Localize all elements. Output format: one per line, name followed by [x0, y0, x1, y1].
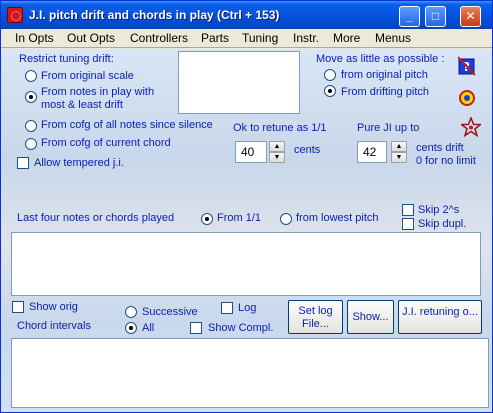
label-show-orig: Show orig	[29, 301, 78, 313]
interval-output-box[interactable]	[11, 338, 489, 408]
radio-from-original-pitch[interactable]	[324, 69, 336, 81]
pure-ji-label: Pure JI up to	[357, 122, 420, 134]
label-show-compl: Show Compl.	[208, 322, 274, 334]
app-icon[interactable]	[7, 7, 23, 23]
retune-up-arrow-icon[interactable]: ▲	[269, 141, 285, 152]
menu-in-opts[interactable]: In Opts	[15, 31, 54, 45]
retune-spinner: ▲ ▼	[269, 141, 285, 163]
radio-from-drifting-pitch[interactable]	[324, 85, 336, 97]
move-heading: Move as little as possible :	[316, 53, 445, 65]
radio-all[interactable]	[125, 322, 137, 334]
checkbox-skip-2s[interactable]	[402, 204, 414, 216]
title-bar[interactable]: J.I. pitch drift and chords in play (Ctr…	[1, 1, 492, 29]
radio-from-notes-in-play[interactable]	[25, 91, 37, 103]
retune-cents-input[interactable]: 40	[235, 141, 267, 163]
chords-display-box[interactable]	[11, 232, 481, 296]
checkbox-allow-tempered[interactable]	[17, 157, 29, 169]
info-textbox[interactable]	[178, 51, 300, 114]
retune-label: Ok to retune as 1/1	[233, 122, 327, 134]
target-icon[interactable]	[458, 89, 476, 107]
label-from-cofg-current: From cofg of current chord	[41, 137, 171, 149]
restrict-drift-heading: Restrict tuning drift:	[19, 53, 114, 65]
checkbox-log[interactable]	[221, 302, 233, 314]
label-from-lowest-pitch: from lowest pitch	[296, 212, 379, 224]
menu-more[interactable]: More	[333, 31, 360, 45]
label-from-notes-line1: From notes in play with	[41, 86, 155, 98]
menu-controllers[interactable]: Controllers	[130, 31, 188, 45]
pure-ji-spinner: ▲ ▼	[391, 141, 407, 163]
menu-instr[interactable]: Instr.	[293, 31, 319, 45]
set-log-line2: File...	[302, 318, 329, 330]
radio-successive[interactable]	[125, 306, 137, 318]
help-icon[interactable]: ?	[458, 56, 476, 76]
pure-ji-unit-line1: cents drift	[416, 142, 464, 154]
label-from-original-scale: From original scale	[41, 70, 134, 82]
label-chord-intervals: Chord intervals	[17, 320, 91, 332]
menu-tuning[interactable]: Tuning	[242, 31, 278, 45]
last-four-label: Last four notes or chords played	[17, 212, 175, 224]
label-all: All	[142, 322, 155, 334]
menu-parts[interactable]: Parts	[201, 31, 229, 45]
ji-retuning-button[interactable]: J.I. retuning o...	[398, 300, 482, 334]
maximize-button[interactable]: □	[425, 6, 446, 27]
window-title: J.I. pitch drift and chords in play (Ctr…	[29, 8, 280, 22]
set-log-line1: Set log	[298, 305, 333, 317]
pure-ji-up-arrow-icon[interactable]: ▲	[391, 141, 407, 152]
checkbox-show-compl[interactable]	[190, 322, 202, 334]
pure-ji-cents-input[interactable]: 42	[357, 141, 387, 163]
label-skip-dupl: Skip dupl.	[418, 218, 467, 230]
main-window: J.I. pitch drift and chords in play (Ctr…	[0, 0, 493, 413]
retune-down-arrow-icon[interactable]: ▼	[269, 152, 285, 163]
pure-ji-unit-line2: 0 for no limit	[416, 155, 476, 167]
label-skip-2s: Skip 2^s	[418, 204, 460, 216]
radio-from-original-scale[interactable]	[25, 70, 37, 82]
checkbox-show-orig[interactable]	[12, 301, 24, 313]
label-log: Log	[238, 302, 257, 314]
client-area: Restrict tuning drift: From original sca…	[1, 49, 492, 412]
minimize-button[interactable]: _	[399, 6, 420, 27]
menu-menus[interactable]: Menus	[375, 31, 411, 45]
radio-from-1-1[interactable]	[201, 213, 213, 225]
menu-bar: In Opts Out Opts Controllers Parts Tunin…	[1, 29, 492, 48]
retune-unit: cents	[294, 144, 321, 156]
show-button[interactable]: Show...	[347, 300, 394, 334]
radio-from-cofg-all[interactable]	[25, 120, 37, 132]
label-from-cofg-all: From cofg of all notes since silence	[41, 119, 213, 131]
close-button[interactable]: ✕	[460, 6, 481, 27]
star-icon[interactable]	[461, 117, 481, 137]
radio-from-cofg-current[interactable]	[25, 138, 37, 150]
checkbox-skip-dupl[interactable]	[402, 218, 414, 230]
label-from-drifting-pitch: From drifting pitch	[341, 86, 430, 98]
set-log-file-button[interactable]: Set log File...	[288, 300, 343, 334]
pure-ji-down-arrow-icon[interactable]: ▼	[391, 152, 407, 163]
label-successive: Successive	[142, 306, 198, 318]
label-from-notes-line2: most & least drift	[41, 99, 123, 111]
label-allow-tempered: Allow tempered j.i.	[34, 157, 124, 169]
label-from-original-pitch: from original pitch	[341, 69, 428, 81]
label-from-1-1: From 1/1	[217, 212, 262, 224]
radio-from-lowest-pitch[interactable]	[280, 213, 292, 225]
menu-out-opts[interactable]: Out Opts	[67, 31, 115, 45]
